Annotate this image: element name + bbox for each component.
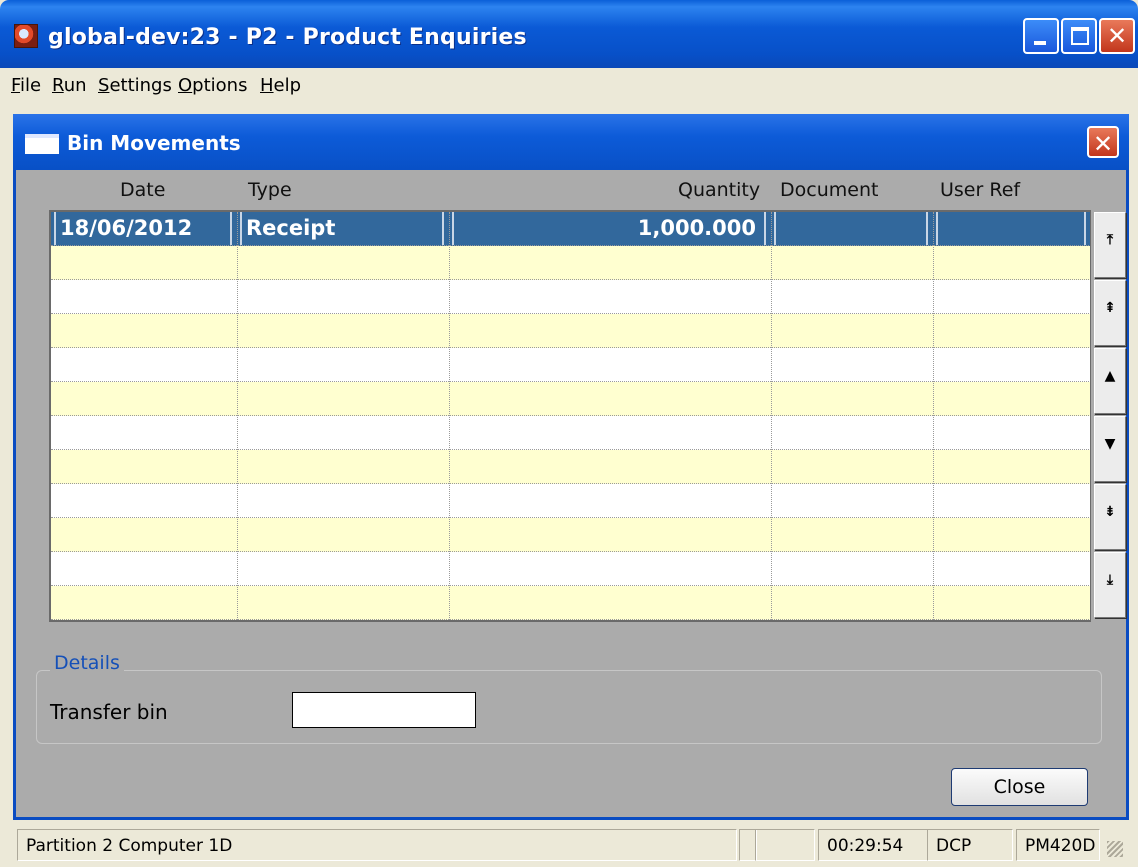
column-divider [933,212,934,620]
cell-user-ref [936,212,1086,245]
close-button[interactable]: Close [951,768,1088,806]
close-icon: ✕ [1092,130,1114,158]
details-group [36,670,1102,744]
status-time: 00:29:54 [818,829,928,861]
column-header-date[interactable]: Date [120,179,165,201]
window-titlebar[interactable]: global-dev:23 - P2 - Product Enquiries ✕ [0,0,1138,68]
table-row[interactable] [51,348,1090,382]
last-icon: ⤓ [1106,572,1114,588]
transfer-bin-label: Transfer bin [50,700,168,724]
dialog-close-button[interactable]: ✕ [1087,126,1119,158]
page-down-button[interactable]: ⇟ [1094,484,1126,550]
row-up-button[interactable]: ▲ [1094,348,1126,414]
column-header-user-ref[interactable]: User Ref [940,179,1020,201]
close-icon: ✕ [1106,22,1128,50]
table-row[interactable] [51,314,1090,348]
window-title: global-dev:23 - P2 - Product Enquiries [48,25,527,50]
table-row[interactable] [51,246,1090,280]
transfer-bin-input[interactable] [292,692,476,728]
window-close-button[interactable]: ✕ [1099,18,1135,54]
movements-grid[interactable]: 18/06/2012 Receipt 1,000.000 [49,210,1091,622]
bin-movements-dialog: Bin Movements ✕ Date Type Quantity Docum… [13,114,1129,820]
row-down-button[interactable]: ▼ [1094,416,1126,482]
table-row[interactable] [51,450,1090,484]
menu-file[interactable]: File [11,75,41,96]
first-icon: ⤒ [1106,232,1114,248]
minimize-button[interactable] [1023,18,1059,54]
first-button[interactable]: ⤒ [1094,212,1126,278]
maximize-button[interactable] [1061,18,1097,54]
table-row[interactable] [51,416,1090,450]
cell-date: 18/06/2012 [54,212,232,245]
menu-settings[interactable]: Settings [98,75,172,96]
status-company: DCP [927,829,1013,861]
table-row[interactable] [51,518,1090,552]
column-header-document[interactable]: Document [780,179,878,201]
table-row[interactable] [51,484,1090,518]
page-down-icon: ⇟ [1104,504,1116,520]
row-down-icon: ▼ [1104,436,1116,452]
menu-options[interactable]: Options [178,75,247,96]
table-row[interactable]: 18/06/2012 Receipt 1,000.000 [51,212,1090,246]
window-icon [25,134,59,154]
grid-scroll-buttons: ⤒ ⇞ ▲ ▼ ⇟ ⤓ [1094,210,1126,622]
menu-help[interactable]: Help [260,75,301,96]
column-divider [237,212,238,620]
table-row[interactable] [51,586,1090,620]
column-header-quantity[interactable]: Quantity [678,179,760,201]
cell-document [774,212,928,245]
table-row[interactable] [51,552,1090,586]
menu-bar: File Run Settings Options Help [0,68,1138,104]
status-partition: Partition 2 Computer 1D [17,829,737,861]
app-icon [14,24,38,48]
status-program: PM420D [1016,829,1100,861]
page-up-button[interactable]: ⇞ [1094,280,1126,346]
last-button[interactable]: ⤓ [1094,552,1126,618]
dialog-titlebar[interactable]: Bin Movements ✕ [13,114,1129,170]
column-header-type[interactable]: Type [248,179,292,201]
row-up-icon: ▲ [1104,368,1116,384]
status-blank-2 [755,829,815,861]
column-divider [449,212,450,620]
grid-header: Date Type Quantity Document User Ref [16,170,1126,210]
maximize-icon [1071,27,1089,45]
table-row[interactable] [51,280,1090,314]
page-up-icon: ⇞ [1104,300,1116,316]
minimize-icon [1034,41,1046,45]
table-row[interactable] [51,382,1090,416]
dialog-title: Bin Movements [67,131,241,155]
details-legend: Details [50,652,124,674]
column-divider [771,212,772,620]
menu-run[interactable]: Run [52,75,87,96]
cell-quantity: 1,000.000 [452,212,766,245]
cell-type: Receipt [240,212,444,245]
status-bar: Partition 2 Computer 1D 00:29:54 DCP PM4… [13,823,1129,867]
resize-grip-icon[interactable] [1107,841,1123,857]
